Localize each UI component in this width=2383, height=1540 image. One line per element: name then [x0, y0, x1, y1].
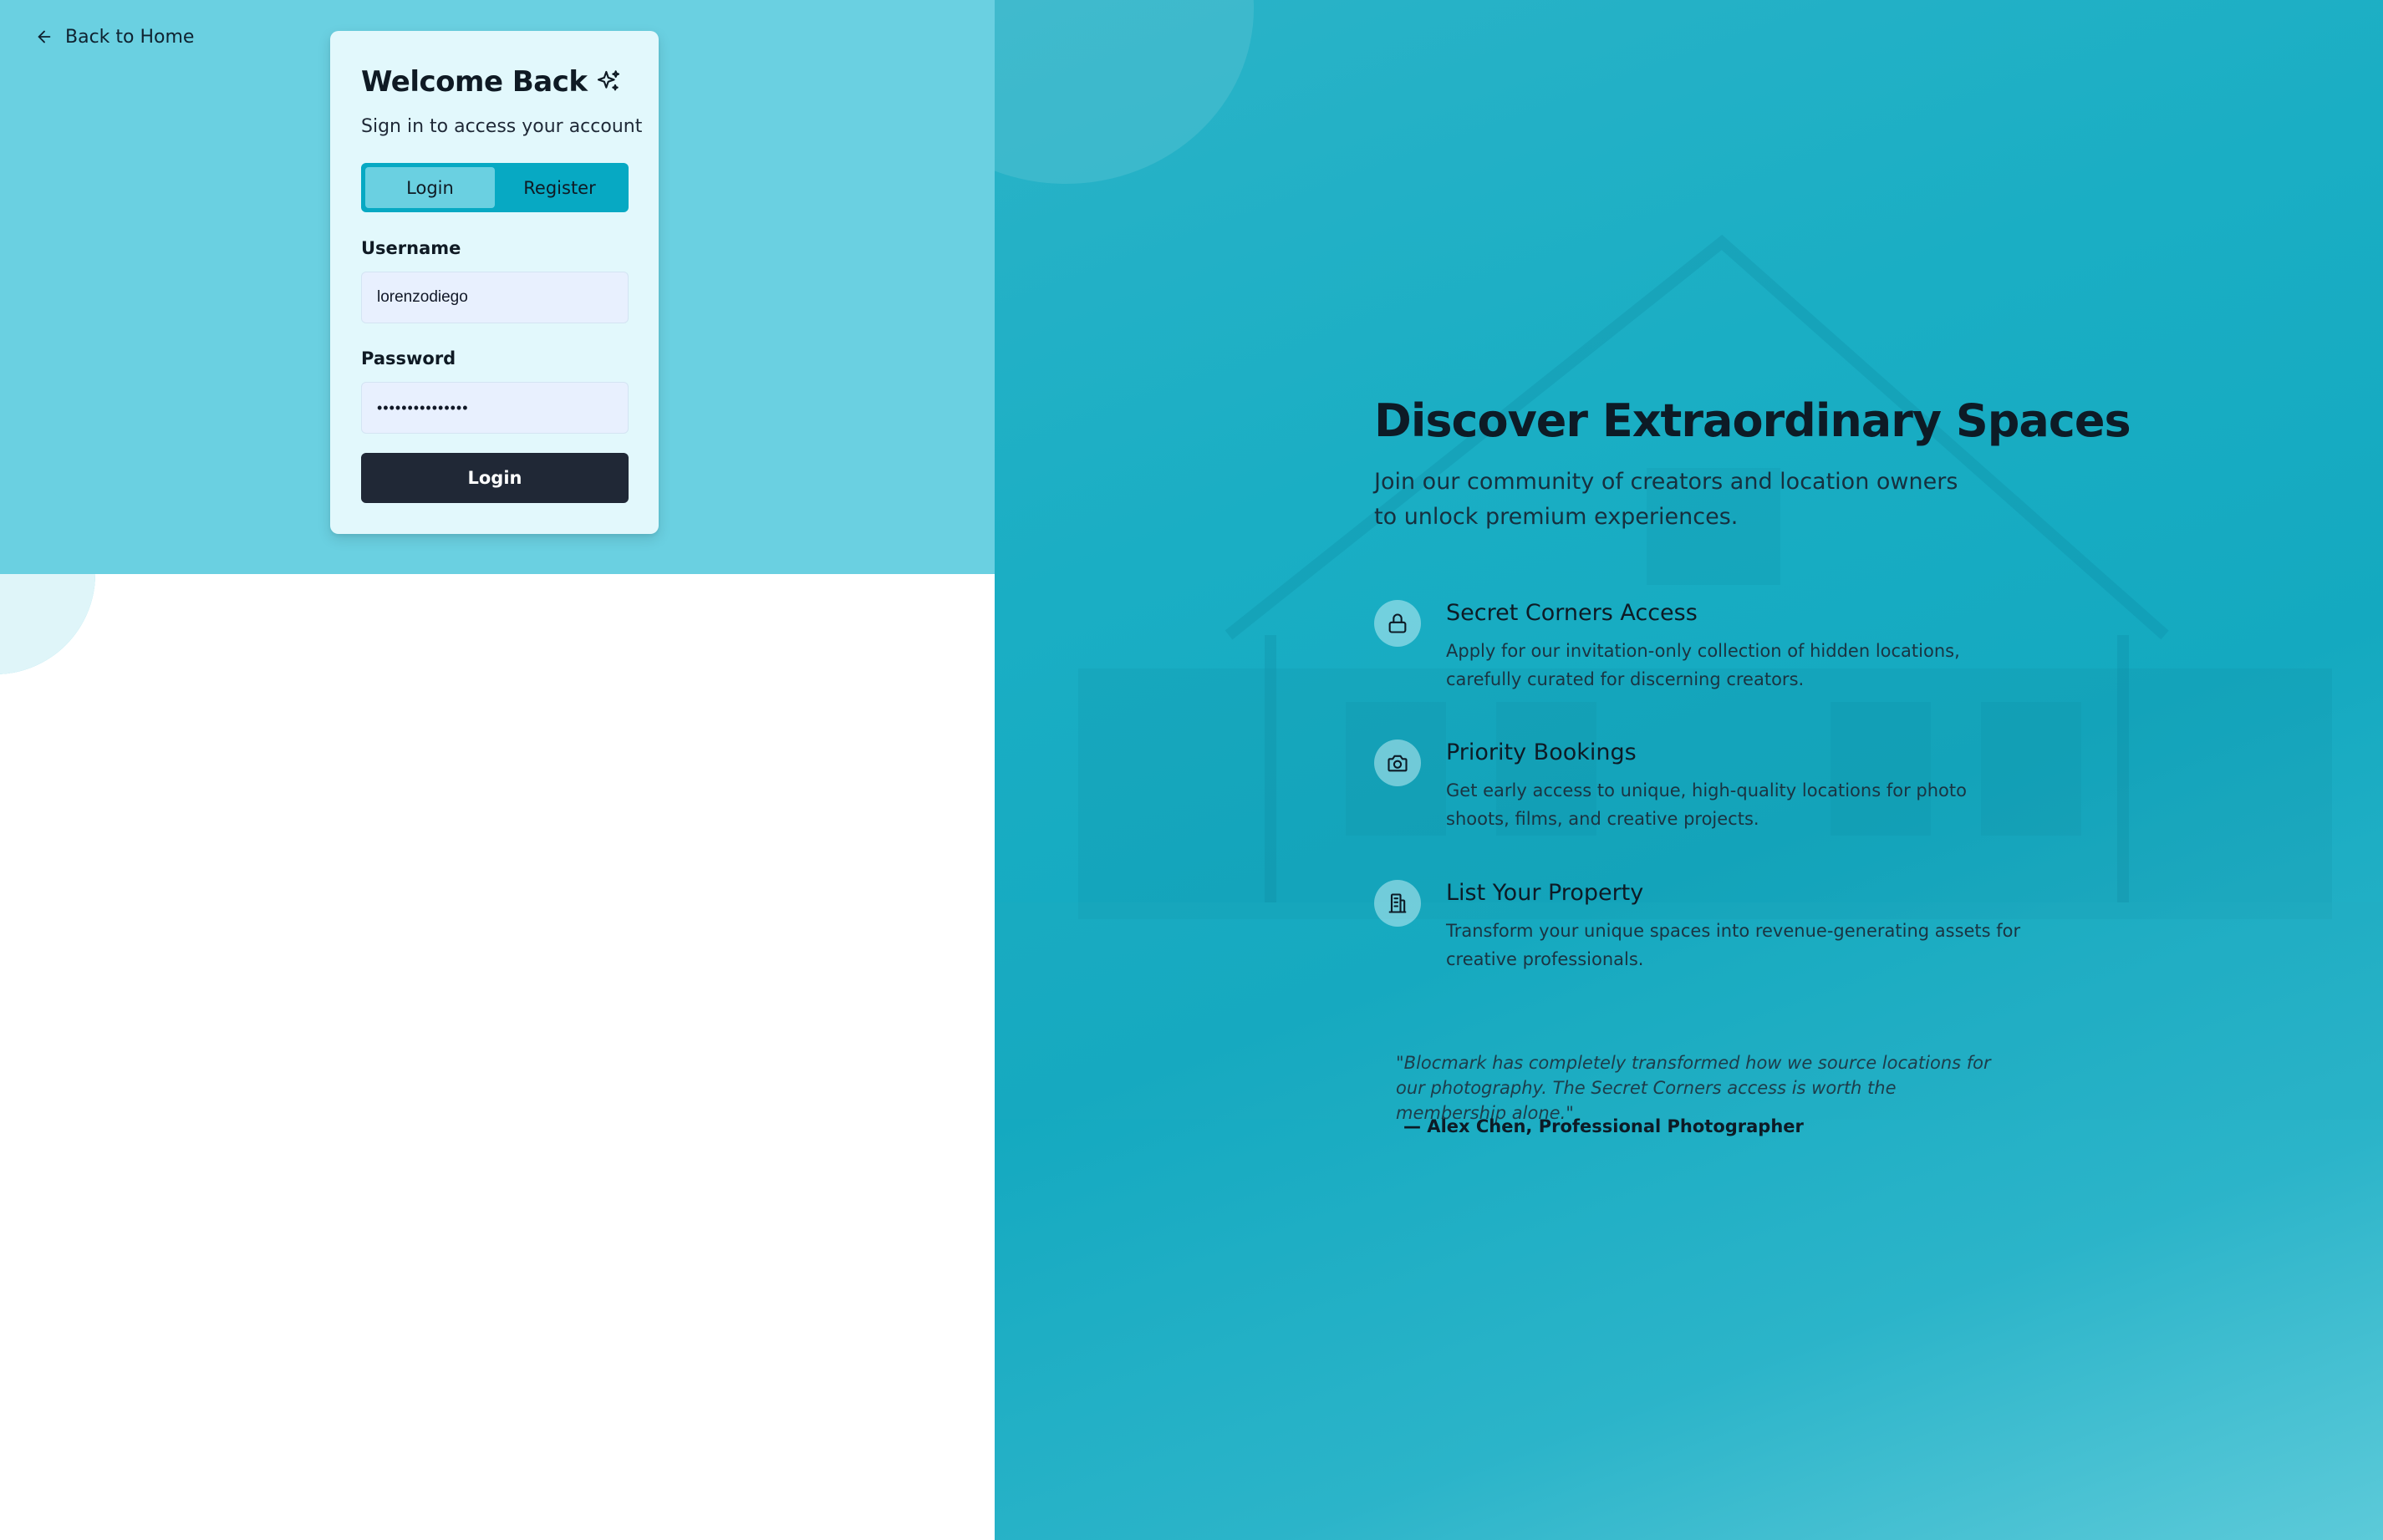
login-card: Welcome Back Sign in to access your acco…: [330, 31, 659, 534]
feature-icon-badge: [1374, 740, 1421, 786]
password-label: Password: [361, 348, 456, 368]
username-label: Username: [361, 238, 461, 258]
card-header: Welcome Back: [361, 65, 622, 99]
house-background-image: [995, 234, 2383, 1120]
sparkles-icon: [598, 70, 620, 91]
card-title: Welcome Back: [361, 65, 588, 99]
hero-subtitle: Join our community of creators and locat…: [1374, 469, 1958, 530]
auth-panel: Back to Home Welcome Back Sign in to acc…: [0, 0, 995, 1540]
lock-icon: [1388, 613, 1407, 633]
feature-description: Apply for our invitation-only collection…: [1446, 641, 1960, 689]
arrow-left-icon: [38, 30, 51, 43]
password-field[interactable]: [361, 382, 629, 434]
card-subtitle: Sign in to access your account: [361, 116, 643, 137]
tab-login[interactable]: Login: [365, 167, 495, 208]
back-to-home-label: Back to Home: [65, 26, 195, 48]
feature-description: Get early access to unique, high-quality…: [1446, 780, 1967, 829]
feature-title: Priority Bookings: [1446, 740, 1637, 765]
feature-icon-badge: [1374, 880, 1421, 927]
building-icon: [1388, 893, 1407, 913]
login-submit-button[interactable]: Login: [361, 453, 629, 503]
promo-panel: Discover Extraordinary Spaces Join our c…: [995, 0, 2383, 1540]
feature-title: Secret Corners Access: [1446, 600, 1698, 626]
testimonial-author: — Alex Chen, Professional Photographer: [1403, 1116, 1804, 1136]
hero-title: Discover Extraordinary Spaces: [1374, 394, 2131, 447]
decorative-circle-fade: [0, 574, 95, 674]
username-field[interactable]: [361, 272, 629, 323]
testimonial-quote: "Blocmark has completely transformed how…: [1396, 1053, 1991, 1123]
back-to-home-link[interactable]: Back to Home: [35, 23, 194, 50]
feature-description: Transform your unique spaces into revenu…: [1446, 921, 2021, 969]
feature-icon-badge: [1374, 600, 1421, 647]
tab-register[interactable]: Register: [495, 167, 624, 208]
camera-icon: [1388, 755, 1408, 772]
feature-title: List Your Property: [1446, 880, 1644, 906]
auth-tabs: Login Register: [361, 163, 629, 212]
